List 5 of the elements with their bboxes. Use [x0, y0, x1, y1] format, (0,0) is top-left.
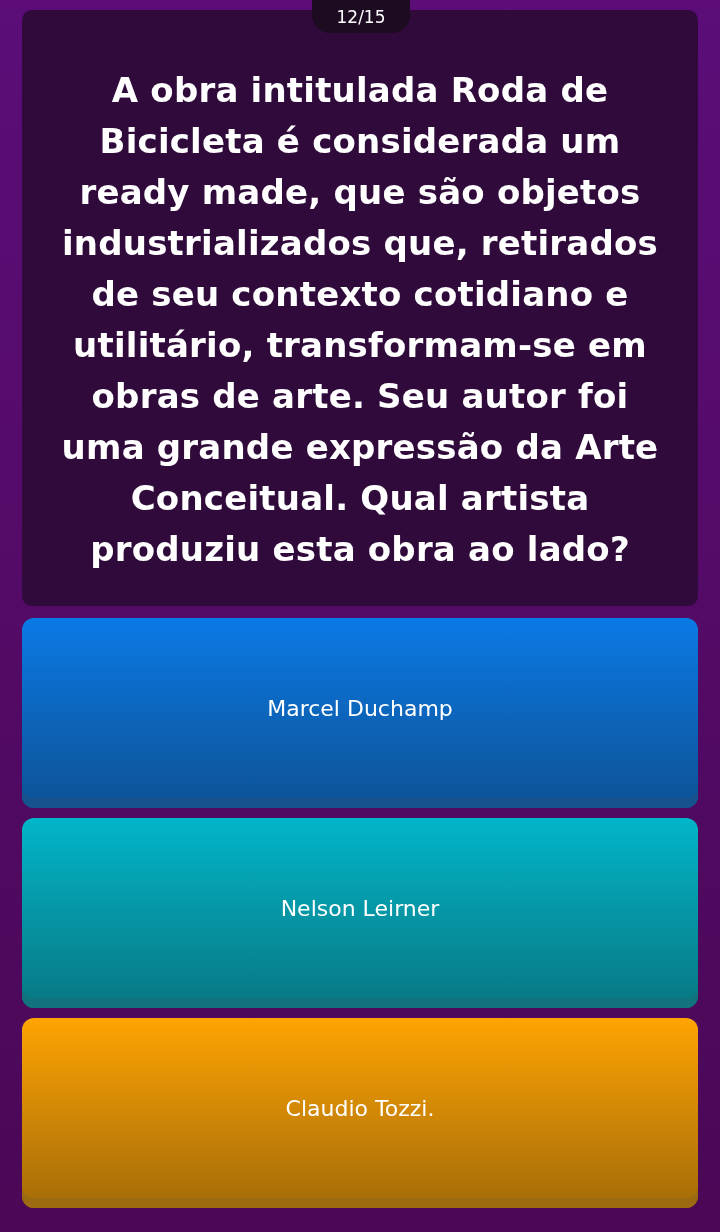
- question-text: A obra intitulada Roda de Bicicleta é considerada um ready made, que são objetos industrializados que, retirados de seu contexto cotidiano e utilitário, transformam-se em obras de arte. Seu autor foi uma grande expressão da Arte Conceitual. Qual artista produziu esta obra ao lado?: [60, 69, 660, 571]
- question-counter: 12/15: [312, 0, 410, 33]
- answer-option[interactable]: Marcel Duchamp: [22, 618, 698, 808]
- answer-option[interactable]: Claudio Tozzi.: [22, 1018, 698, 1208]
- answer-option[interactable]: Nelson Leirner: [22, 818, 698, 1008]
